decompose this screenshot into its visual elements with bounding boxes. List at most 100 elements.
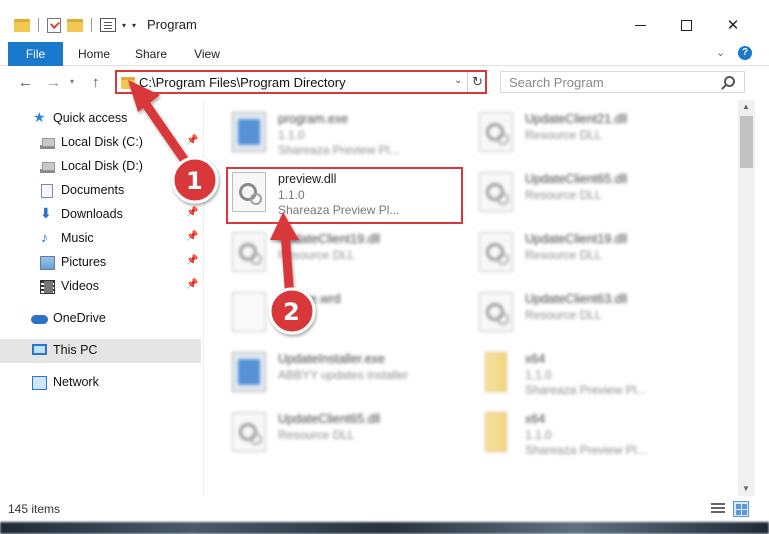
scroll-down-icon[interactable]: ▼ <box>742 484 750 493</box>
sidebar-item-videos[interactable]: Videos 📌 <box>0 275 201 299</box>
file-item[interactable]: UpdateClient19.dll Resource DLL <box>230 226 470 282</box>
sidebar-item-downloads[interactable]: ⬇ Downloads 📌 <box>0 203 201 227</box>
scrollbar-thumb[interactable] <box>740 116 753 168</box>
search-icon[interactable] <box>724 76 735 87</box>
tab-home[interactable]: Home <box>72 42 116 66</box>
chevron-down-icon[interactable]: ▾ <box>122 21 126 30</box>
sidebar-item-label: Videos <box>61 279 99 293</box>
sidebar-item-quick-access[interactable]: ★ Quick access <box>0 107 201 131</box>
quick-access-toolbar: ▾ ▾ <box>14 14 136 36</box>
minimize-button[interactable] <box>617 10 663 40</box>
search-input[interactable]: Search Program <box>500 71 745 93</box>
music-icon: ♪ <box>41 229 48 245</box>
close-icon: ✕ <box>726 17 740 34</box>
star-icon: ★ <box>33 109 46 125</box>
dll-file-icon <box>232 232 266 272</box>
back-arrow-icon[interactable]: ← <box>18 74 33 91</box>
file-detail: Shareaza Preview Pl... <box>525 383 647 397</box>
file-name: UpdateClient21.dll <box>525 112 628 126</box>
sidebar-item-pictures[interactable]: Pictures 📌 <box>0 251 201 275</box>
pin-icon: 📌 <box>186 231 199 242</box>
folder-item[interactable]: x64 1.1.0 Shareaza Preview Pl... <box>477 406 717 462</box>
exe-file-icon <box>232 112 266 152</box>
file-name: UpdateClient65.dll <box>278 412 381 426</box>
sidebar-item-label: Quick access <box>53 111 128 125</box>
status-bar: 145 items <box>0 496 769 522</box>
download-icon: ⬇ <box>40 205 52 221</box>
file-name: x64 <box>525 352 546 366</box>
new-folder-icon[interactable] <box>67 18 83 32</box>
file-detail: Resource DLL <box>525 128 602 142</box>
tab-share[interactable]: Share <box>130 42 172 66</box>
sidebar-item-documents[interactable]: Documents 📌 <box>0 179 201 203</box>
file-item[interactable]: program.exe 1.1.0 Shareaza Preview Pl... <box>230 106 470 162</box>
dll-file-icon <box>479 172 513 212</box>
tab-view[interactable]: View <box>186 42 228 66</box>
details-view-icon[interactable] <box>711 503 725 515</box>
videos-icon <box>40 280 55 294</box>
toolbar-separator <box>91 18 92 32</box>
file-name: x64 <box>525 412 546 426</box>
file-name: UpdateClient19.dll <box>278 232 381 246</box>
file-item[interactable]: UpdateClient19.dll Resource DLL <box>477 226 717 282</box>
maximize-button[interactable] <box>663 10 709 40</box>
forward-arrow-icon[interactable]: → <box>46 74 61 91</box>
view-options-icon[interactable] <box>100 18 116 32</box>
drive-icon <box>40 160 55 174</box>
file-name: license.wrd <box>278 292 341 306</box>
file-item[interactable]: UpdateInstaller.exe ABBYY updates instal… <box>230 346 470 402</box>
file-name: UpdateClient63.dll <box>525 292 628 306</box>
folder-item[interactable]: x64 1.1.0 Shareaza Preview Pl... <box>477 346 717 402</box>
file-detail: Resource DLL <box>278 248 355 262</box>
sidebar-item-local-disk-c[interactable]: Local Disk (C:) 📌 <box>0 131 201 155</box>
sidebar-item-network[interactable]: Network <box>0 371 201 395</box>
sidebar-item-this-pc[interactable]: This PC <box>0 339 201 363</box>
dll-file-icon <box>479 292 513 332</box>
sidebar-item-label: Local Disk (D:) <box>61 159 143 173</box>
close-button[interactable]: ✕ <box>710 10 756 40</box>
pin-icon: 📌 <box>186 207 199 218</box>
file-detail: Shareaza Preview Pl... <box>525 443 647 457</box>
address-dropdown-icon[interactable]: ⌄ <box>454 75 462 86</box>
blank-file-icon <box>232 292 266 332</box>
recent-locations-chevron-icon[interactable]: ▾ <box>70 77 74 86</box>
sidebar-item-label: Local Disk (C:) <box>61 135 143 149</box>
file-detail: Resource DLL <box>525 248 602 262</box>
file-item[interactable]: UpdateClient63.dll Resource DLL <box>477 286 717 342</box>
network-icon <box>32 376 47 390</box>
file-item[interactable]: UpdateClient65.dll Resource DLL <box>230 406 470 462</box>
file-name: UpdateClient19.dll <box>525 232 628 246</box>
folder-icon[interactable] <box>14 18 30 32</box>
customize-toolbar-icon[interactable]: ▾ <box>132 21 136 30</box>
refresh-icon[interactable]: ↻ <box>467 72 487 92</box>
sidebar-item-label: Documents <box>61 183 125 197</box>
file-item[interactable]: license.wrd File <box>230 286 470 342</box>
expand-ribbon-icon[interactable]: ⌄ <box>716 46 725 59</box>
properties-check-icon[interactable] <box>47 17 61 33</box>
file-item[interactable]: UpdateClient21.dll Resource DLL <box>477 106 717 162</box>
address-bar[interactable]: C:\Program Files\Program Directory ⌄ ↻ <box>115 70 487 94</box>
sidebar-item-label: This PC <box>53 343 98 357</box>
tab-file[interactable]: File <box>8 42 63 66</box>
desktop-background-strip <box>0 522 769 534</box>
file-item[interactable]: UpdateClient65.dll Resource DLL <box>477 166 717 222</box>
address-path[interactable]: C:\Program Files\Program Directory <box>139 75 346 90</box>
scroll-up-icon[interactable]: ▲ <box>742 102 750 111</box>
sidebar-item-onedrive[interactable]: OneDrive <box>0 307 201 331</box>
up-arrow-icon[interactable]: ↑ <box>92 74 100 91</box>
sidebar-item-music[interactable]: ♪ Music 📌 <box>0 227 201 251</box>
file-name: UpdateInstaller.exe <box>278 352 386 366</box>
help-icon[interactable]: ? <box>738 46 752 60</box>
tiles-view-icon[interactable] <box>733 501 749 517</box>
folder-icon <box>485 352 507 392</box>
search-placeholder: Search Program <box>509 75 604 90</box>
drive-icon <box>40 136 55 150</box>
navigation-bar: ← → ▾ ↑ C:\Program Files\Program Directo… <box>0 66 769 100</box>
pin-icon: 📌 <box>186 183 199 194</box>
sidebar-item-local-disk-d[interactable]: Local Disk (D:) <box>0 155 201 179</box>
title-bar: ▾ ▾ Program ✕ <box>0 0 769 42</box>
vertical-scrollbar[interactable]: ▲ ▼ <box>738 100 755 496</box>
pc-icon <box>32 344 47 355</box>
highlight-box <box>226 167 463 224</box>
file-detail: 1.1.0 <box>278 128 305 142</box>
